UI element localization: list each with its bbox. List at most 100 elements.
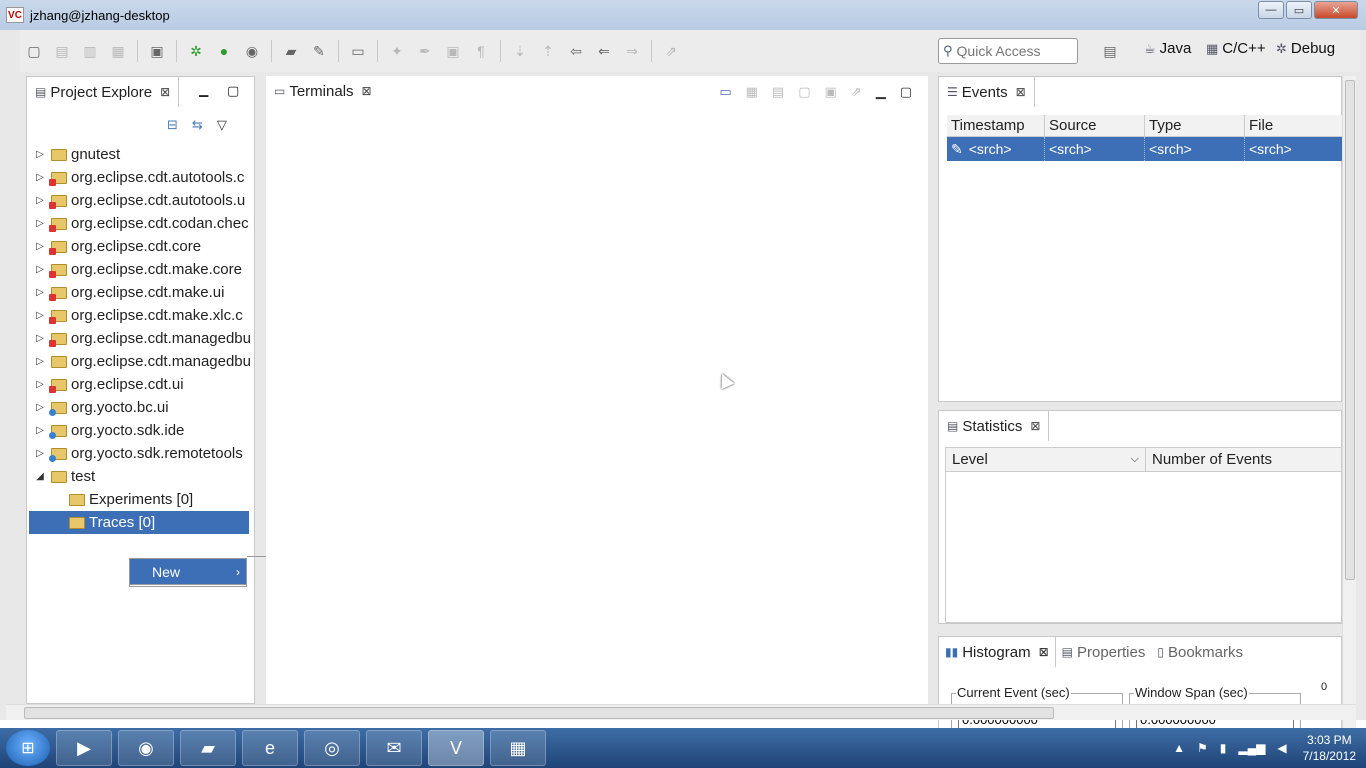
prev-annotation-icon[interactable]: ⇡ <box>537 40 559 62</box>
disconnect-icon[interactable]: ▦ <box>746 84 758 100</box>
table-cell[interactable]: <srch> <box>1045 137 1145 161</box>
tree-item[interactable]: ▷ org.eclipse.cdt.autotools.c <box>33 166 251 189</box>
tree-item[interactable]: ▷ org.eclipse.cdt.autotools.u <box>33 189 251 212</box>
column-header[interactable]: Source <box>1045 115 1145 136</box>
collapse-all-icon[interactable]: ⊟ <box>167 117 178 133</box>
block-icon[interactable]: ▣ <box>442 40 464 62</box>
tree-item[interactable]: ▷ org.eclipse.cdt.codan.chec <box>33 212 251 235</box>
collapse-arrow-icon[interactable]: ◢ <box>33 471 47 482</box>
column-header[interactable]: File <box>1245 115 1343 136</box>
pin-icon[interactable]: ⇗ <box>851 84 862 100</box>
table-cell[interactable]: <srch> <box>1245 137 1343 161</box>
minimize-view-icon[interactable]: ▁ <box>876 84 886 100</box>
expand-arrow-icon[interactable]: ▷ <box>33 356 47 367</box>
horizontal-scrollbar[interactable] <box>6 704 1356 720</box>
tab-events[interactable]: ☰ Events ⊠ <box>939 77 1035 107</box>
expand-arrow-icon[interactable]: ▷ <box>33 264 47 275</box>
terminal-icon[interactable]: ▭ <box>347 40 369 62</box>
tree-item[interactable]: ▷ org.eclipse.cdt.make.xlc.c <box>33 304 251 327</box>
paragraph-icon[interactable]: ¶ <box>470 40 492 62</box>
paste-icon[interactable]: ▣ <box>825 84 837 100</box>
close-button[interactable]: ✕ <box>1314 1 1358 19</box>
tab-properties[interactable]: ▤ Properties <box>1056 637 1152 667</box>
expand-arrow-icon[interactable]: ▷ <box>33 448 47 459</box>
expand-arrow-icon[interactable]: ▷ <box>33 310 47 321</box>
close-tab-icon[interactable]: ⊠ <box>1039 645 1049 659</box>
expand-arrow-icon[interactable]: ▷ <box>33 195 47 206</box>
column-header[interactable]: Level ⌵ <box>946 448 1146 471</box>
save-all-icon[interactable]: ▥ <box>79 40 101 62</box>
column-header[interactable]: Number of Events <box>1146 448 1342 471</box>
back-icon[interactable]: ⇐ <box>593 40 615 62</box>
context-menu-new[interactable]: New › <box>129 558 247 586</box>
perspective-debug[interactable]: ✲ Debug <box>1276 40 1335 57</box>
scrollbar-thumb[interactable] <box>24 707 1054 719</box>
perspective-java[interactable]: ☕ Java <box>1144 40 1191 57</box>
explorer-icon[interactable]: ▰ <box>180 730 236 766</box>
tree-item[interactable]: ▷ org.yocto.bc.ui <box>33 396 251 419</box>
tree-item[interactable]: ▷ org.eclipse.cdt.managedbu <box>33 350 251 373</box>
column-header[interactable]: Timestamp <box>947 115 1045 136</box>
outlook-icon[interactable]: ✉ <box>366 730 422 766</box>
tab-terminals[interactable]: ▭ Terminals ⊠ <box>266 76 380 106</box>
media-player-icon[interactable]: ▶ <box>56 730 112 766</box>
quick-access-field[interactable]: ⚲ <box>938 38 1078 64</box>
view-menu-icon[interactable]: ▽ <box>217 117 227 133</box>
open-perspective-icon[interactable]: ▤ <box>1099 40 1121 62</box>
link-editor-icon[interactable]: ⇆ <box>192 117 203 133</box>
last-edit-icon[interactable]: ⇦ <box>565 40 587 62</box>
tree-child-item-selected[interactable]: Traces [0] <box>29 511 249 534</box>
minimize-button[interactable]: — <box>1258 1 1284 19</box>
expand-arrow-icon[interactable]: ▷ <box>33 218 47 229</box>
print-icon[interactable]: ▦ <box>107 40 129 62</box>
quick-access-input[interactable] <box>956 43 1067 59</box>
close-tab-icon[interactable]: ⊠ <box>1030 419 1040 433</box>
flag-icon[interactable]: ⚑ <box>1197 741 1208 755</box>
vnc-icon[interactable]: V <box>428 730 484 766</box>
wand-icon[interactable]: ✎ <box>308 40 330 62</box>
vertical-scrollbar[interactable] <box>1342 76 1356 734</box>
forward-icon[interactable]: ⇒ <box>621 40 643 62</box>
scrollbar-thumb[interactable] <box>1345 80 1355 580</box>
expand-arrow-icon[interactable]: ▷ <box>33 379 47 390</box>
pen-icon[interactable]: ✒ <box>414 40 436 62</box>
maximize-button[interactable]: ▭ <box>1286 1 1312 19</box>
copy-icon[interactable]: ▢ <box>798 84 810 100</box>
tab-bookmarks[interactable]: ▯ Bookmarks <box>1151 637 1249 667</box>
tree-item[interactable]: ▷ gnutest <box>33 143 251 166</box>
remote-desktop-icon[interactable]: ▦ <box>490 730 546 766</box>
tree-item[interactable]: ▷ org.eclipse.cdt.make.core <box>33 258 251 281</box>
expand-arrow-icon[interactable]: ▷ <box>33 287 47 298</box>
battery-icon[interactable]: ▮ <box>1220 741 1227 755</box>
perspective-cpp[interactable]: ▦ C/C++ <box>1206 40 1266 57</box>
expand-arrow-icon[interactable]: ▷ <box>33 172 47 183</box>
next-annotation-icon[interactable]: ⇣ <box>509 40 531 62</box>
tab-statistics[interactable]: ▤ Statistics ⊠ <box>939 411 1050 441</box>
volume-icon[interactable]: ◀ <box>1277 741 1286 755</box>
tree-item[interactable]: ▷ org.yocto.sdk.ide <box>33 419 251 442</box>
start-button[interactable]: ⊞ <box>6 730 50 766</box>
open-folder-icon[interactable]: ▰ <box>280 40 302 62</box>
expand-arrow-icon[interactable]: ▷ <box>33 149 47 160</box>
new-terminal-icon[interactable]: ▭ <box>719 84 731 100</box>
expand-arrow-icon[interactable]: ▷ <box>33 402 47 413</box>
run-icon[interactable]: ● <box>213 40 235 62</box>
tree-item[interactable]: ▷ org.eclipse.cdt.managedbu <box>33 327 251 350</box>
expand-arrow-icon[interactable]: ▷ <box>33 333 47 344</box>
lync-icon[interactable]: ◎ <box>304 730 360 766</box>
network-icon[interactable]: ▂▄▆ <box>1238 741 1265 755</box>
tree-child-item[interactable]: Experiments [0] <box>33 488 251 511</box>
expand-arrow-icon[interactable]: ▷ <box>33 241 47 252</box>
tree-item[interactable]: ▷ org.eclipse.cdt.core <box>33 235 251 258</box>
table-cell[interactable]: ✎ <srch> <box>947 137 1045 161</box>
external-tools-icon[interactable]: ◉ <box>241 40 263 62</box>
expand-arrow-icon[interactable]: ▷ <box>33 425 47 436</box>
pin-icon[interactable]: ⇗ <box>660 40 682 62</box>
maximize-view-icon[interactable]: ▢ <box>900 84 912 100</box>
column-header[interactable]: Type <box>1145 115 1245 136</box>
scroll-lock-icon[interactable]: ▤ <box>772 84 784 100</box>
binary-icon[interactable]: ▣ <box>146 40 168 62</box>
tab-project-explorer[interactable]: ▤ Project Explore ⊠ <box>27 77 180 107</box>
annotation-icon[interactable]: ✦ <box>386 40 408 62</box>
clock[interactable]: 3:03 PM 7/18/2012 <box>1303 732 1356 764</box>
